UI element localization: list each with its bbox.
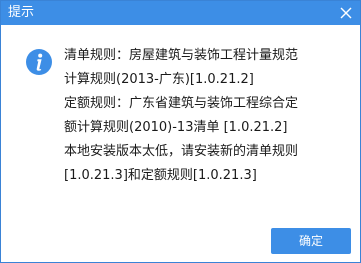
ok-button[interactable]: 确定	[271, 228, 351, 254]
info-icon	[26, 49, 52, 75]
dialog-title: 提示	[8, 5, 35, 20]
message-line: 本地安装版本太低，请安装新的清单规则	[64, 144, 299, 159]
message-line: 定额规则：广东省建筑与装饰工程综合定	[64, 96, 299, 111]
message-line: 清单规则：房屋建筑与装饰工程计量规范	[64, 48, 299, 63]
close-icon[interactable]	[338, 5, 354, 21]
message-line: [1.0.21.3]和定额规则[1.0.21.3]	[64, 168, 257, 183]
prompt-dialog: 提示 清单规则：房屋建筑与装饰工程计量规范 计算规则(2013-广东)[1.0.…	[0, 0, 361, 263]
message-text: 清单规则：房屋建筑与装饰工程计量规范 计算规则(2013-广东)[1.0.21.…	[64, 44, 349, 188]
message-line: 计算规则(2013-广东)[1.0.21.2]	[64, 72, 254, 87]
message-line: 额计算规则(2010)-13清单 [1.0.21.2]	[64, 120, 288, 135]
title-bar[interactable]: 提示	[1, 1, 360, 25]
